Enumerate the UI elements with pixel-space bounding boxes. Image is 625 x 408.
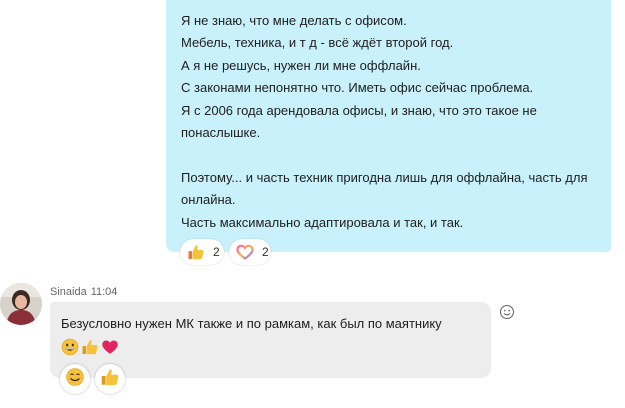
reaction-thumbs-up[interactable]: 2	[180, 239, 224, 265]
reaction-count: 2	[213, 245, 220, 259]
message-line: Я с 2006 года арендовала офисы, и знаю, …	[181, 102, 537, 118]
reaction-count: 2	[262, 245, 269, 259]
reaction-heart[interactable]: 2	[229, 239, 271, 265]
message-line: С законами непонятно что. Иметь офис сей…	[181, 80, 534, 96]
message-time: 11:04	[90, 286, 118, 298]
outgoing-message-text: Я не знаю, что мне делать с офисом. Мебе…	[181, 10, 606, 234]
message-line: онлайна.	[181, 192, 236, 208]
reaction-smile[interactable]	[60, 364, 90, 394]
red-heart-icon	[101, 338, 119, 356]
message-line: Я не знаю, что мне делать с офисом.	[181, 13, 407, 28]
incoming-message-text: Безусловно нужен МК также и по рамкам, к…	[61, 316, 442, 331]
sender-name[interactable]: Sinaida	[50, 286, 87, 298]
grinning-face-icon	[61, 338, 79, 356]
smiling-face-icon	[65, 367, 85, 392]
thumbs-up-icon	[81, 338, 99, 356]
message-meta: Sinaida 11:04	[50, 286, 117, 298]
message-line: Поэтому... и часть техник пригодна лишь …	[181, 169, 588, 185]
chat-view: Я не знаю, что мне делать с офисом. Мебе…	[0, 0, 625, 408]
message-line: А я не решусь, нужен ли мне оффлайн.	[181, 57, 421, 73]
thumbs-up-icon	[100, 367, 120, 392]
outgoing-message-bubble[interactable]: Я не знаю, что мне делать с офисом. Мебе…	[166, 0, 611, 252]
message-line: Часть максимально адаптировала и так, и …	[181, 214, 464, 230]
thumbs-up-icon	[187, 243, 205, 261]
reaction-thumbs-up[interactable]	[95, 364, 125, 394]
heart-icon	[236, 243, 254, 261]
sender-avatar[interactable]	[0, 283, 42, 325]
message-line: понаслышке.	[181, 125, 261, 141]
incoming-message-emojis	[61, 338, 119, 356]
add-reaction-icon[interactable]	[499, 304, 515, 320]
message-line: Мебель, техника, и т д - всё ждёт второй…	[181, 35, 454, 51]
